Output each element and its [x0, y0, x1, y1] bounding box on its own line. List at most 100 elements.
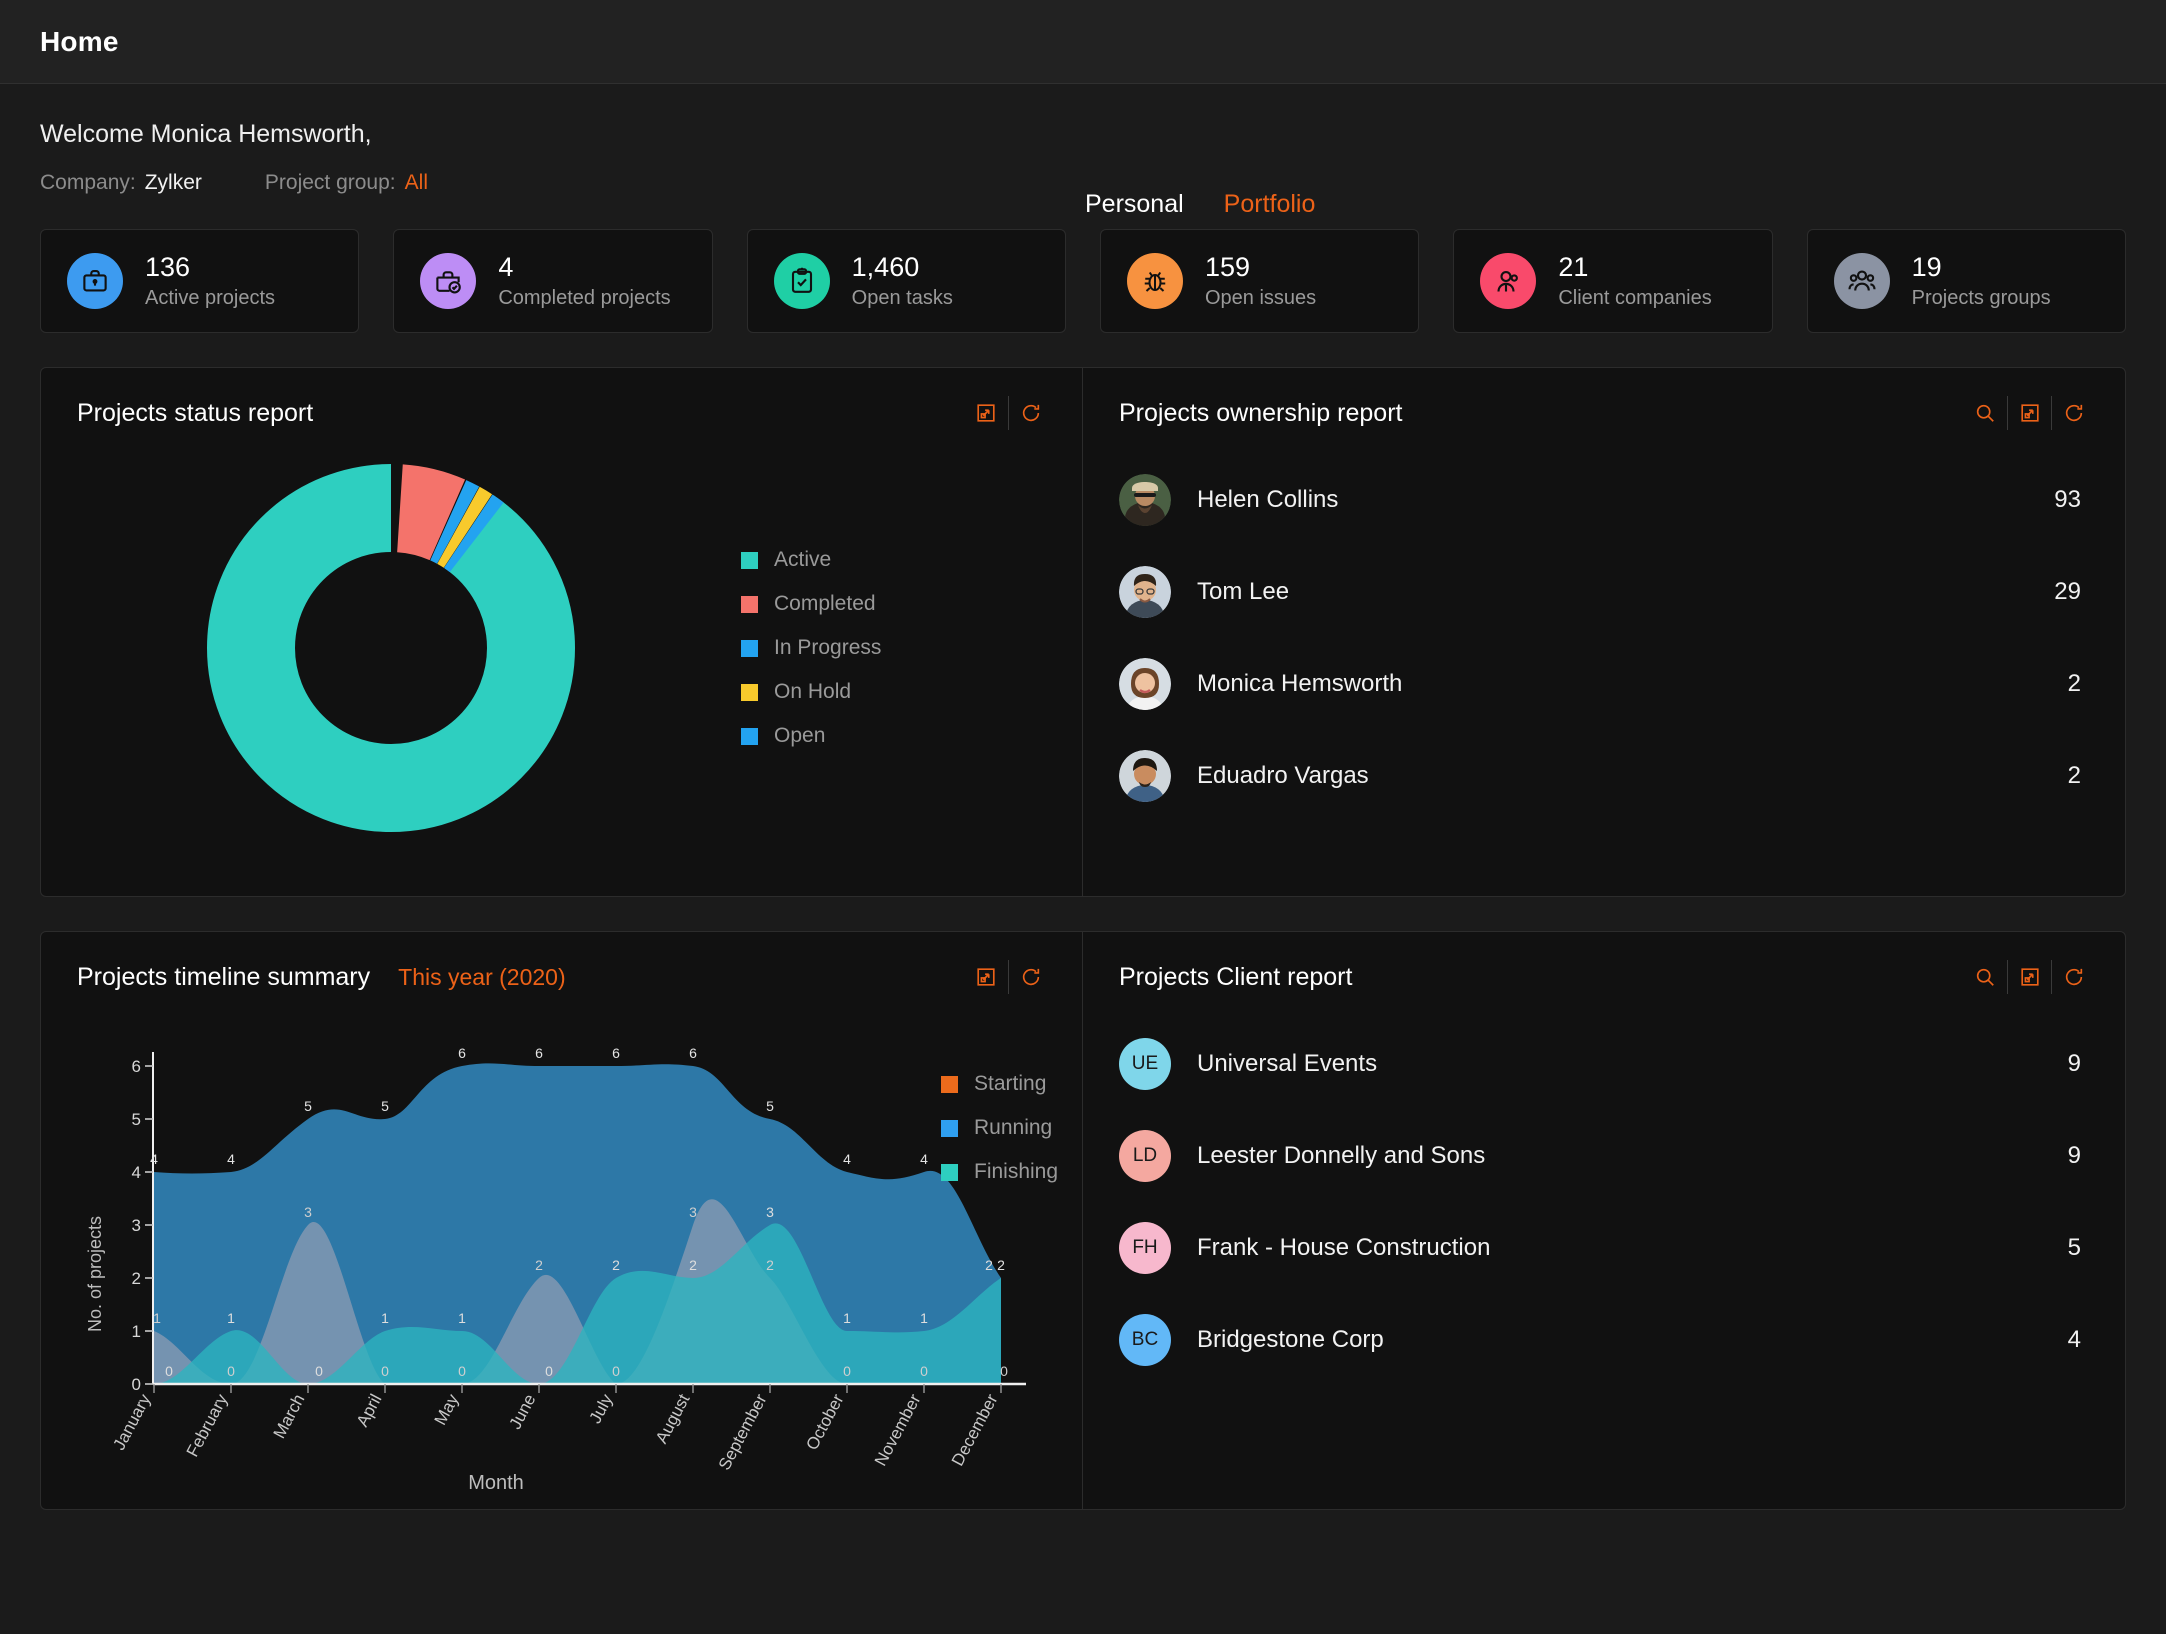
table-row[interactable]: Eduadro Vargas 2 [1119, 730, 2081, 822]
expand-icon[interactable] [964, 960, 1008, 994]
list-item[interactable]: UE Universal Events 9 [1119, 1018, 2081, 1110]
panel-title: Projects ownership report [1119, 398, 1403, 427]
list-item[interactable]: BC Bridgestone Corp 4 [1119, 1294, 2081, 1386]
svg-text:2: 2 [612, 1257, 620, 1273]
company-value[interactable]: Zylker [145, 171, 202, 195]
row-name: Leester Donnelly and Sons [1197, 1142, 1486, 1169]
table-row[interactable]: Tom Lee 29 [1119, 546, 2081, 638]
list-item[interactable]: FH Frank - House Construction 5 [1119, 1202, 2081, 1294]
svg-text:3: 3 [689, 1204, 697, 1220]
stat-label: Open tasks [851, 286, 953, 309]
legend-label: Starting [974, 1072, 1047, 1095]
table-row[interactable]: Monica Hemsworth 2 [1119, 638, 2081, 730]
svg-text:0: 0 [227, 1363, 235, 1379]
row-count: 2 [2067, 762, 2081, 789]
svg-text:6: 6 [535, 1045, 543, 1061]
project-group-label: Project group: [264, 171, 396, 194]
avatar [1119, 658, 1171, 710]
page-title: Home [40, 25, 119, 57]
panel-header: Projects Client report [1083, 932, 2125, 994]
x-tick-march: March [270, 1391, 309, 1442]
stat-card-open-tasks[interactable]: 1,460 Open tasks [746, 229, 1066, 333]
donut-slice-active[interactable] [207, 464, 575, 832]
svg-text:6: 6 [132, 1057, 141, 1076]
row-count: 9 [2067, 1050, 2081, 1077]
search-icon[interactable] [1963, 396, 2007, 430]
tab-personal[interactable]: Personal [1085, 190, 1184, 219]
expand-icon[interactable] [2007, 396, 2051, 430]
stat-label: Open issues [1204, 286, 1317, 309]
panel-actions [1963, 960, 2095, 994]
legend-swatch [741, 683, 758, 701]
welcome-greeting: Welcome Monica Hemsworth, [40, 120, 372, 148]
stat-value: 19 [1911, 252, 1942, 283]
x-axis-title: Month [468, 1472, 524, 1494]
area-chart-legend: Starting Running Finishing [941, 1072, 1058, 1184]
donut-chart [41, 448, 741, 848]
svg-text:2: 2 [997, 1257, 1005, 1273]
list-item[interactable]: LD Leester Donnelly and Sons 9 [1119, 1110, 2081, 1202]
donut-svg [207, 464, 575, 832]
refresh-icon[interactable] [1008, 396, 1052, 430]
panel-header: Projects status report [41, 368, 1082, 430]
legend-item-on-hold[interactable]: On Hold [741, 680, 881, 704]
refresh-icon[interactable] [2051, 960, 2095, 994]
panel-row-top: Projects status report Active Completed … [40, 367, 2126, 897]
refresh-icon[interactable] [1008, 960, 1052, 994]
legend-item-starting[interactable]: Starting [941, 1072, 1058, 1096]
donut-legend: Active Completed In Progress On Hold Ope… [741, 548, 881, 748]
stat-value: 1,460 [851, 252, 920, 283]
panel-actions [964, 960, 1052, 994]
legend-item-completed[interactable]: Completed [741, 592, 881, 616]
stat-label: Completed projects [498, 286, 671, 309]
table-row[interactable]: Helen Collins 93 [1119, 454, 2081, 546]
stat-card-projects-groups[interactable]: 19 Projects groups [1806, 229, 2126, 333]
legend-item-in-progress[interactable]: In Progress [741, 636, 881, 660]
refresh-icon[interactable] [2051, 396, 2095, 430]
expand-icon[interactable] [2007, 960, 2051, 994]
legend-item-active[interactable]: Active [741, 548, 881, 572]
legend-label: Running [974, 1116, 1053, 1139]
svg-text:1: 1 [458, 1310, 466, 1326]
search-icon[interactable] [1963, 960, 2007, 994]
legend-swatch [741, 639, 758, 657]
project-group-value[interactable]: All [405, 171, 428, 195]
legend-item-open[interactable]: Open [741, 724, 881, 748]
panel-title: Projects timeline summary [77, 962, 371, 991]
svg-text:3: 3 [304, 1204, 312, 1220]
stat-card-open-issues[interactable]: 159 Open issues [1099, 229, 1420, 333]
legend-item-running[interactable]: Running [941, 1116, 1058, 1140]
x-tick-october: October [802, 1391, 847, 1454]
svg-text:0: 0 [132, 1375, 141, 1394]
welcome-meta: Company: Zylker Project group: All [40, 171, 2126, 195]
legend-item-finishing[interactable]: Finishing [941, 1160, 1058, 1184]
stat-card-client-companies[interactable]: 21 Client companies [1453, 229, 1773, 333]
panel-subtitle[interactable]: This year (2020) [398, 964, 565, 991]
svg-text:1: 1 [132, 1322, 141, 1341]
tab-portfolio[interactable]: Portfolio [1224, 190, 1316, 219]
expand-icon[interactable] [964, 396, 1008, 430]
client-list: UE Universal Events 9 LD Leester Donnell… [1083, 994, 2125, 1426]
x-tick-september: September [715, 1391, 771, 1474]
panel-projects-client-report: Projects Client report UE Universal Even… [1083, 932, 2125, 1509]
stat-card-active-projects[interactable]: 136 Active projects [40, 229, 360, 333]
svg-text:1: 1 [153, 1310, 161, 1326]
stat-value: 21 [1558, 252, 1589, 283]
bug-icon [1126, 253, 1183, 309]
x-tick-labels: January February March April May June Ju… [109, 1391, 1001, 1474]
x-ticks [153, 1384, 1002, 1393]
stat-card-completed-projects[interactable]: 4 Completed projects [393, 229, 713, 333]
x-tick-august: August [652, 1391, 694, 1447]
row-name: Bridgestone Corp [1197, 1326, 1384, 1353]
panel-title: Projects Client report [1119, 962, 1353, 991]
donut-chart-area: Active Completed In Progress On Hold Ope… [41, 430, 1082, 896]
scope-tabs: Personal Portfolio [1085, 190, 1315, 219]
svg-text:1: 1 [227, 1310, 235, 1326]
svg-text:0: 0 [165, 1363, 173, 1379]
svg-text:4: 4 [843, 1151, 851, 1167]
panel-actions [964, 396, 1052, 430]
svg-text:1: 1 [381, 1310, 389, 1326]
svg-text:5: 5 [304, 1098, 312, 1114]
company-label: Company: [40, 171, 136, 194]
x-tick-december: December [948, 1391, 1002, 1469]
